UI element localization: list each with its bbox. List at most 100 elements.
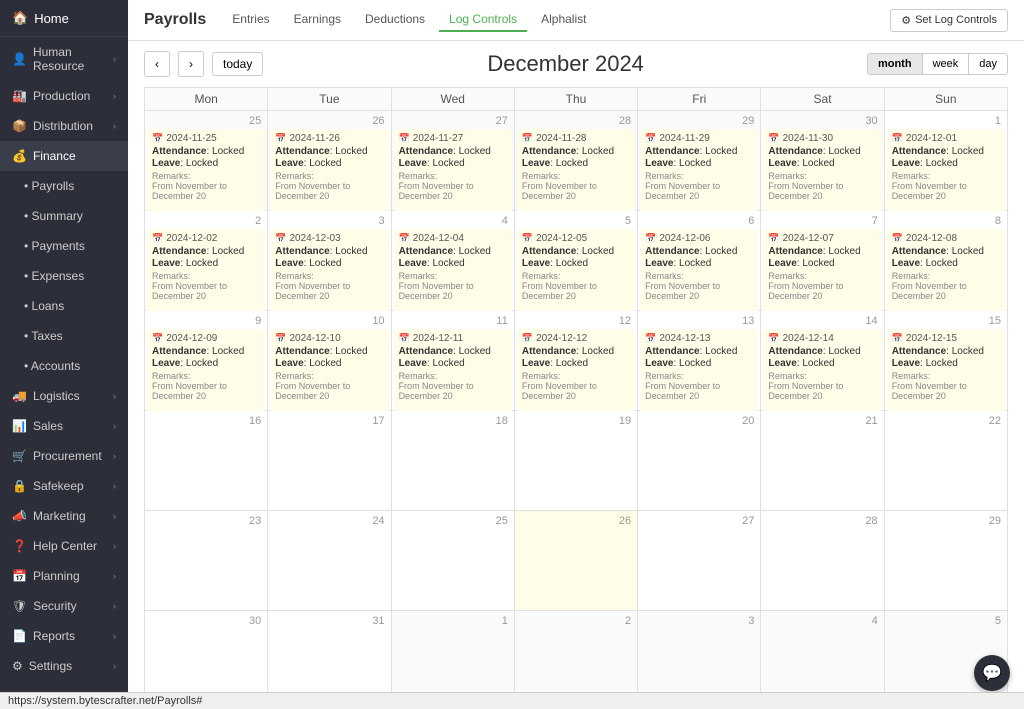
calendar-day-cell[interactable]: 29📅 2024-11-29Attendance: LockedLeave: L… (638, 111, 761, 211)
sidebar-item-summary[interactable]: • Summary (0, 201, 128, 231)
calendar-day-cell[interactable]: 23 (145, 511, 268, 611)
sidebar-item-sales[interactable]: 📊 Sales › (0, 411, 128, 441)
sidebar-item-taxes[interactable]: • Taxes (0, 321, 128, 351)
sidebar-item-safekeep[interactable]: 🔒 Safekeep › (0, 471, 128, 501)
calendar-day-cell[interactable]: 21 (761, 411, 884, 511)
event-card[interactable]: 📅 2024-12-06Attendance: LockedLeave: Loc… (640, 229, 758, 322)
sidebar-item-planning[interactable]: 📅 Planning › (0, 561, 128, 591)
tab-alphalist[interactable]: Alphalist (531, 8, 596, 32)
sidebar-item-finance[interactable]: 💰 Finance (0, 141, 128, 171)
calendar-day-cell[interactable]: 12📅 2024-12-12Attendance: LockedLeave: L… (514, 311, 637, 411)
event-card[interactable]: 📅 2024-12-05Attendance: LockedLeave: Loc… (517, 229, 635, 322)
event-card[interactable]: 📅 2024-12-15Attendance: LockedLeave: Loc… (887, 329, 1005, 422)
event-card[interactable]: 📅 2024-12-09Attendance: LockedLeave: Loc… (147, 329, 265, 422)
event-card[interactable]: 📅 2024-12-01Attendance: LockedLeave: Loc… (887, 129, 1005, 222)
event-date: 2024-12-12 (536, 333, 587, 344)
sidebar-header[interactable]: 🏠 Home (0, 0, 128, 37)
tab-entries[interactable]: Entries (222, 8, 279, 32)
calendar-day-cell[interactable]: 9📅 2024-12-09Attendance: LockedLeave: Lo… (145, 311, 268, 411)
event-card[interactable]: 📅 2024-12-08Attendance: LockedLeave: Loc… (887, 229, 1005, 322)
calendar-day-cell[interactable]: 4📅 2024-12-04Attendance: LockedLeave: Lo… (391, 211, 514, 311)
event-card[interactable]: 📅 2024-12-02Attendance: LockedLeave: Loc… (147, 229, 265, 322)
event-card[interactable]: 📅 2024-12-07Attendance: LockedLeave: Loc… (763, 229, 881, 322)
view-day-button[interactable]: day (968, 53, 1008, 75)
calendar-day-cell[interactable]: 3📅 2024-12-03Attendance: LockedLeave: Lo… (268, 211, 391, 311)
calendar-day-cell[interactable]: 19 (514, 411, 637, 511)
attendance-status: Attendance: Locked (152, 146, 260, 157)
event-card[interactable]: 📅 2024-12-03Attendance: LockedLeave: Loc… (270, 229, 388, 322)
event-card[interactable]: 📅 2024-12-11Attendance: LockedLeave: Loc… (394, 329, 512, 422)
calendar-day-cell[interactable]: 6📅 2024-12-06Attendance: LockedLeave: Lo… (638, 211, 761, 311)
calendar-day-cell[interactable]: 18 (391, 411, 514, 511)
calendar-day-cell[interactable]: 27 (638, 511, 761, 611)
event-card[interactable]: 📅 2024-11-27Attendance: LockedLeave: Loc… (394, 129, 512, 222)
sidebar-item-procurement[interactable]: 🛒 Procurement › (0, 441, 128, 471)
calendar-day-cell[interactable]: 11📅 2024-12-11Attendance: LockedLeave: L… (391, 311, 514, 411)
event-card[interactable]: 📅 2024-12-10Attendance: LockedLeave: Loc… (270, 329, 388, 422)
chat-icon: 💬 (982, 663, 1002, 683)
calendar-day-cell[interactable]: 27📅 2024-11-27Attendance: LockedLeave: L… (391, 111, 514, 211)
calendar-day-cell[interactable]: 28📅 2024-11-28Attendance: LockedLeave: L… (514, 111, 637, 211)
event-header: 📅 2024-12-05 (522, 233, 630, 244)
sidebar-item-settings[interactable]: ⚙ Settings › (0, 651, 128, 681)
sidebar-item-reports[interactable]: 📄 Reports › (0, 621, 128, 651)
calendar-day-cell[interactable]: 7📅 2024-12-07Attendance: LockedLeave: Lo… (761, 211, 884, 311)
calendar-day-cell[interactable]: 30📅 2024-11-30Attendance: LockedLeave: L… (761, 111, 884, 211)
tab-deductions[interactable]: Deductions (355, 8, 435, 32)
calendar-day-cell[interactable]: 26 (514, 511, 637, 611)
event-card[interactable]: 📅 2024-11-29Attendance: LockedLeave: Loc… (640, 129, 758, 222)
set-log-controls-button[interactable]: ⚙ Set Log Controls (890, 9, 1008, 32)
sidebar-item-distribution[interactable]: 📦 Distribution › (0, 111, 128, 141)
sidebar-item-loans[interactable]: • Loans (0, 291, 128, 321)
calendar-day-cell[interactable]: 5📅 2024-12-05Attendance: LockedLeave: Lo… (514, 211, 637, 311)
tab-earnings[interactable]: Earnings (284, 8, 351, 32)
prev-button[interactable]: ‹ (144, 51, 170, 77)
event-card[interactable]: 📅 2024-11-28Attendance: LockedLeave: Loc… (517, 129, 635, 222)
calendar-day-cell[interactable]: 22 (884, 411, 1007, 511)
calendar-day-cell[interactable]: 25📅 2024-11-25Attendance: LockedLeave: L… (145, 111, 268, 211)
tab-log-controls[interactable]: Log Controls (439, 8, 527, 32)
sidebar-item-payrolls[interactable]: • Payrolls (0, 171, 128, 201)
event-card[interactable]: 📅 2024-11-30Attendance: LockedLeave: Loc… (763, 129, 881, 222)
today-button[interactable]: today (212, 52, 263, 76)
event-header: 📅 2024-12-14 (768, 333, 876, 344)
sidebar-item-logistics[interactable]: 🚚 Logistics › (0, 381, 128, 411)
event-card[interactable]: 📅 2024-12-12Attendance: LockedLeave: Loc… (517, 329, 635, 422)
reports-icon: 📄 (12, 629, 27, 643)
sidebar-item-marketing[interactable]: 📣 Marketing › (0, 501, 128, 531)
calendar-day-cell[interactable]: 1📅 2024-12-01Attendance: LockedLeave: Lo… (884, 111, 1007, 211)
calendar-day-cell[interactable]: 16 (145, 411, 268, 511)
calendar-day-cell[interactable]: 2📅 2024-12-02Attendance: LockedLeave: Lo… (145, 211, 268, 311)
calendar-day-cell[interactable]: 15📅 2024-12-15Attendance: LockedLeave: L… (884, 311, 1007, 411)
sidebar-item-accounts[interactable]: • Accounts (0, 351, 128, 381)
event-card[interactable]: 📅 2024-12-14Attendance: LockedLeave: Loc… (763, 329, 881, 422)
calendar-day-cell[interactable]: 28 (761, 511, 884, 611)
calendar-day-cell[interactable]: 24 (268, 511, 391, 611)
next-button[interactable]: › (178, 51, 204, 77)
event-card[interactable]: 📅 2024-11-26Attendance: LockedLeave: Loc… (270, 129, 388, 222)
calendar-day-cell[interactable]: 25 (391, 511, 514, 611)
chevron-icon: › (113, 661, 116, 671)
calendar-day-cell[interactable]: 13📅 2024-12-13Attendance: LockedLeave: L… (638, 311, 761, 411)
sidebar-item-human-resource[interactable]: 👤 Human Resource › (0, 37, 128, 81)
calendar-day-cell[interactable]: 20 (638, 411, 761, 511)
event-card[interactable]: 📅 2024-11-25Attendance: LockedLeave: Loc… (147, 129, 265, 222)
sidebar-item-help-center[interactable]: ❓ Help Center › (0, 531, 128, 561)
calendar-day-cell[interactable]: 26📅 2024-11-26Attendance: LockedLeave: L… (268, 111, 391, 211)
sidebar-item-security[interactable]: 🛡 Security › (0, 591, 128, 621)
sidebar-item-expenses[interactable]: • Expenses (0, 261, 128, 291)
calendar-day-cell[interactable]: 14📅 2024-12-14Attendance: LockedLeave: L… (761, 311, 884, 411)
col-mon: Mon (145, 88, 268, 111)
calendar-day-cell[interactable]: 8📅 2024-12-08Attendance: LockedLeave: Lo… (884, 211, 1007, 311)
calendar-day-cell[interactable]: 10📅 2024-12-10Attendance: LockedLeave: L… (268, 311, 391, 411)
event-card[interactable]: 📅 2024-12-13Attendance: LockedLeave: Loc… (640, 329, 758, 422)
calendar-day-cell[interactable]: 17 (268, 411, 391, 511)
view-week-button[interactable]: week (922, 53, 970, 75)
sidebar-item-production[interactable]: 🏭 Production › (0, 81, 128, 111)
view-month-button[interactable]: month (867, 53, 923, 75)
chat-button[interactable]: 💬 (974, 655, 1010, 691)
event-card[interactable]: 📅 2024-12-04Attendance: LockedLeave: Loc… (394, 229, 512, 322)
sidebar-label-human-resource: Human Resource (33, 45, 113, 73)
sidebar-item-payments[interactable]: • Payments (0, 231, 128, 261)
calendar-day-cell[interactable]: 29 (884, 511, 1007, 611)
